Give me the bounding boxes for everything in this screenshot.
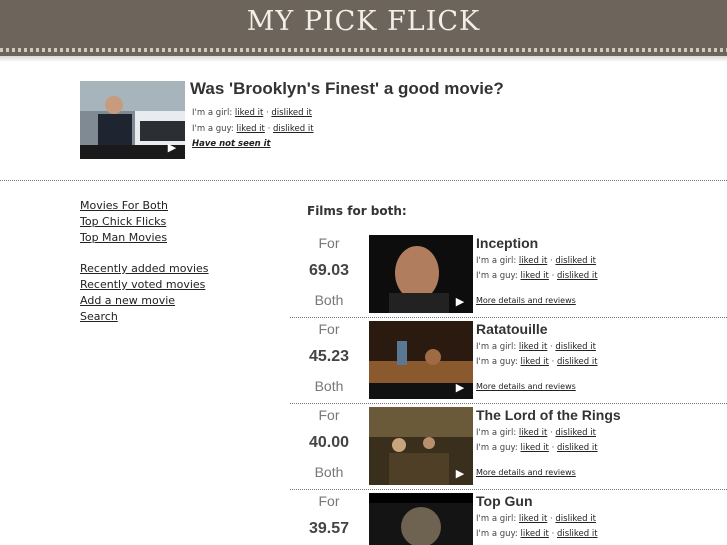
- girl-disliked-link[interactable]: disliked it: [555, 256, 596, 266]
- movie-thumbnail[interactable]: ▶: [369, 235, 473, 313]
- girl-liked-link[interactable]: liked it: [519, 342, 547, 352]
- score-label-bottom: Both: [314, 378, 344, 394]
- movie-guy-vote: I'm a guy: liked it · disliked it: [476, 271, 598, 281]
- nav-top-man-movies[interactable]: Top Man Movies: [80, 231, 167, 244]
- guy-disliked-link[interactable]: disliked it: [557, 529, 598, 539]
- score-label-top: For: [318, 321, 340, 337]
- movie-guy-vote: I'm a guy: liked it · disliked it: [476, 529, 598, 539]
- more-details-link[interactable]: More details and reviews: [476, 468, 576, 477]
- movie-score: 40.00: [308, 434, 350, 451]
- guy-disliked-link[interactable]: disliked it: [557, 271, 598, 281]
- featured-guy-disliked-link[interactable]: disliked it: [273, 124, 314, 134]
- header-shadow: [0, 56, 727, 62]
- section-divider: [0, 180, 727, 181]
- movie-score: 45.23: [308, 348, 350, 365]
- row-divider: [290, 317, 727, 318]
- nav-top-chick-flicks[interactable]: Top Chick Flicks: [80, 215, 166, 228]
- site-header: MY PICK FLICK: [0, 0, 727, 58]
- movie-row: For 39.57 Top Gun I'm a girl: liked it ·…: [290, 489, 727, 545]
- movie-title[interactable]: The Lord of the Rings: [476, 407, 621, 423]
- guy-liked-link[interactable]: liked it: [521, 357, 549, 367]
- score-label-bottom: Both: [314, 292, 344, 308]
- girl-liked-link[interactable]: liked it: [519, 514, 547, 524]
- movie-title[interactable]: Inception: [476, 235, 538, 251]
- nav-search[interactable]: Search: [80, 310, 118, 323]
- play-icon: ▶: [455, 467, 465, 480]
- nav-movies-for-both[interactable]: Movies For Both: [80, 199, 168, 212]
- movie-thumbnail[interactable]: [369, 493, 473, 545]
- movie-thumbnail[interactable]: ▶: [369, 407, 473, 485]
- score-label-top: For: [318, 235, 340, 251]
- score-label-top: For: [318, 407, 340, 423]
- nav-recently-added[interactable]: Recently added movies: [80, 262, 209, 275]
- movie-girl-vote: I'm a girl: liked it · disliked it: [476, 514, 596, 524]
- guy-liked-link[interactable]: liked it: [521, 529, 549, 539]
- play-icon: ▶: [455, 295, 465, 308]
- featured-girl-liked-link[interactable]: liked it: [235, 108, 263, 118]
- guy-disliked-link[interactable]: disliked it: [557, 357, 598, 367]
- not-seen-link[interactable]: Have not seen it: [192, 139, 271, 149]
- girl-liked-link[interactable]: liked it: [519, 428, 547, 438]
- movie-row: For 69.03 Both ▶ Inception I'm a girl: l…: [290, 231, 727, 317]
- movie-thumbnail[interactable]: ▶: [369, 321, 473, 399]
- score-label-bottom: Both: [314, 464, 344, 480]
- movie-guy-vote: I'm a guy: liked it · disliked it: [476, 443, 598, 453]
- guy-disliked-link[interactable]: disliked it: [557, 443, 598, 453]
- movie-title[interactable]: Ratatouille: [476, 321, 548, 337]
- row-divider: [290, 403, 727, 404]
- row-divider: [290, 489, 727, 490]
- site-logo[interactable]: MY PICK FLICK: [0, 6, 727, 37]
- girl-liked-link[interactable]: liked it: [519, 256, 547, 266]
- score-label-top: For: [318, 493, 340, 509]
- featured-guy-liked-link[interactable]: liked it: [237, 124, 265, 134]
- featured-girl-disliked-link[interactable]: disliked it: [271, 108, 312, 118]
- girl-disliked-link[interactable]: disliked it: [555, 514, 596, 524]
- featured-movie-thumbnail[interactable]: ▶: [80, 81, 185, 159]
- movie-girl-vote: I'm a girl: liked it · disliked it: [476, 428, 596, 438]
- movie-guy-vote: I'm a guy: liked it · disliked it: [476, 357, 598, 367]
- films-section-title: Films for both:: [307, 204, 407, 218]
- nav-add-new-movie[interactable]: Add a new movie: [80, 294, 175, 307]
- more-details-link[interactable]: More details and reviews: [476, 296, 576, 305]
- movie-score: 69.03: [308, 262, 350, 279]
- guy-liked-link[interactable]: liked it: [521, 443, 549, 453]
- more-details-link[interactable]: More details and reviews: [476, 382, 576, 391]
- girl-disliked-link[interactable]: disliked it: [555, 428, 596, 438]
- movie-girl-vote: I'm a girl: liked it · disliked it: [476, 256, 596, 266]
- movie-score: 39.57: [308, 520, 350, 537]
- movie-row: For 45.23 Both ▶ Ratatouille I'm a girl:…: [290, 317, 727, 403]
- movie-title[interactable]: Top Gun: [476, 493, 533, 509]
- girl-disliked-link[interactable]: disliked it: [555, 342, 596, 352]
- featured-question-title: Was 'Brooklyn's Finest' a good movie?: [190, 79, 504, 98]
- movie-poster-art: [369, 493, 473, 545]
- guy-liked-link[interactable]: liked it: [521, 271, 549, 281]
- featured-girl-vote: I'm a girl: liked it · disliked it: [192, 108, 312, 118]
- header-dotted-border: [0, 48, 727, 52]
- featured-guy-vote: I'm a guy: liked it · disliked it: [192, 124, 314, 134]
- nav-recently-voted[interactable]: Recently voted movies: [80, 278, 205, 291]
- movie-girl-vote: I'm a girl: liked it · disliked it: [476, 342, 596, 352]
- play-icon: ▶: [167, 141, 177, 154]
- play-icon: ▶: [455, 381, 465, 394]
- movie-row: For 40.00 Both ▶ The Lord of the Rings I…: [290, 403, 727, 489]
